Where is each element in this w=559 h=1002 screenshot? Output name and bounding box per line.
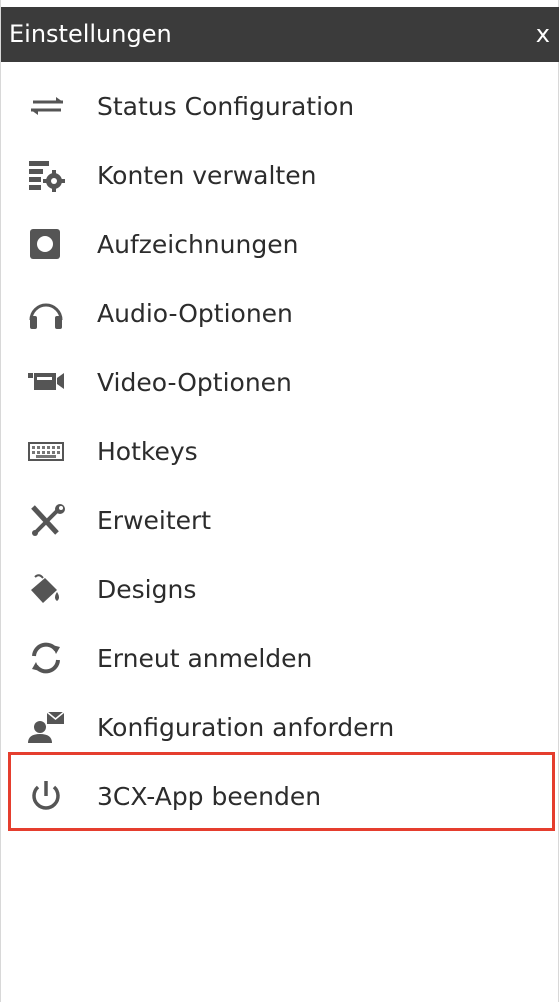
menu-item-hotkeys[interactable]: Hotkeys xyxy=(15,420,545,482)
menu-item-label: Konten verwalten xyxy=(97,160,317,190)
headphones-icon xyxy=(27,293,75,333)
menu-item-label: Status Configuration xyxy=(97,91,355,121)
keyboard-icon xyxy=(27,431,75,471)
menu-item-label: Hotkeys xyxy=(97,436,198,466)
accounts-gear-icon xyxy=(27,155,75,195)
paint-bucket-icon xyxy=(27,569,75,609)
highlight-box xyxy=(8,752,555,831)
settings-panel: Einstellungen x Status Configuration Kon… xyxy=(0,0,559,1002)
wrench-screwdriver-icon xyxy=(27,500,75,540)
menu-item-konten-verwalten[interactable]: Konten verwalten xyxy=(15,144,545,206)
arrows-swap-icon xyxy=(27,86,75,126)
menu-item-label: Erweitert xyxy=(97,505,212,535)
menu-item-designs[interactable]: Designs xyxy=(15,558,545,620)
menu-item-audio-optionen[interactable]: Audio-Optionen xyxy=(15,282,545,344)
close-button[interactable]: x xyxy=(536,20,550,48)
menu-item-status-configuration[interactable]: Status Configuration xyxy=(15,75,545,137)
menu-item-label: Konfiguration anfordern xyxy=(97,712,395,742)
user-mail-icon xyxy=(27,707,75,747)
record-icon xyxy=(27,224,75,264)
video-camera-icon xyxy=(27,362,75,402)
menu-item-erweitert[interactable]: Erweitert xyxy=(15,489,545,551)
menu-item-label: Video-Optionen xyxy=(97,367,292,397)
menu-item-label: Audio-Optionen xyxy=(97,298,293,328)
menu-item-konfiguration-anfordern[interactable]: Konfiguration anfordern xyxy=(15,696,545,758)
menu-item-label: Designs xyxy=(97,574,197,604)
menu-item-video-optionen[interactable]: Video-Optionen xyxy=(15,351,545,413)
menu-item-erneut-anmelden[interactable]: Erneut anmelden xyxy=(15,627,545,689)
panel-title: Einstellungen xyxy=(9,20,172,48)
menu-item-label: Erneut anmelden xyxy=(97,643,313,673)
menu-item-aufzeichnungen[interactable]: Aufzeichnungen xyxy=(15,213,545,275)
refresh-icon xyxy=(27,638,75,678)
title-bar: Einstellungen x xyxy=(1,7,559,62)
menu-item-label: Aufzeichnungen xyxy=(97,229,299,259)
